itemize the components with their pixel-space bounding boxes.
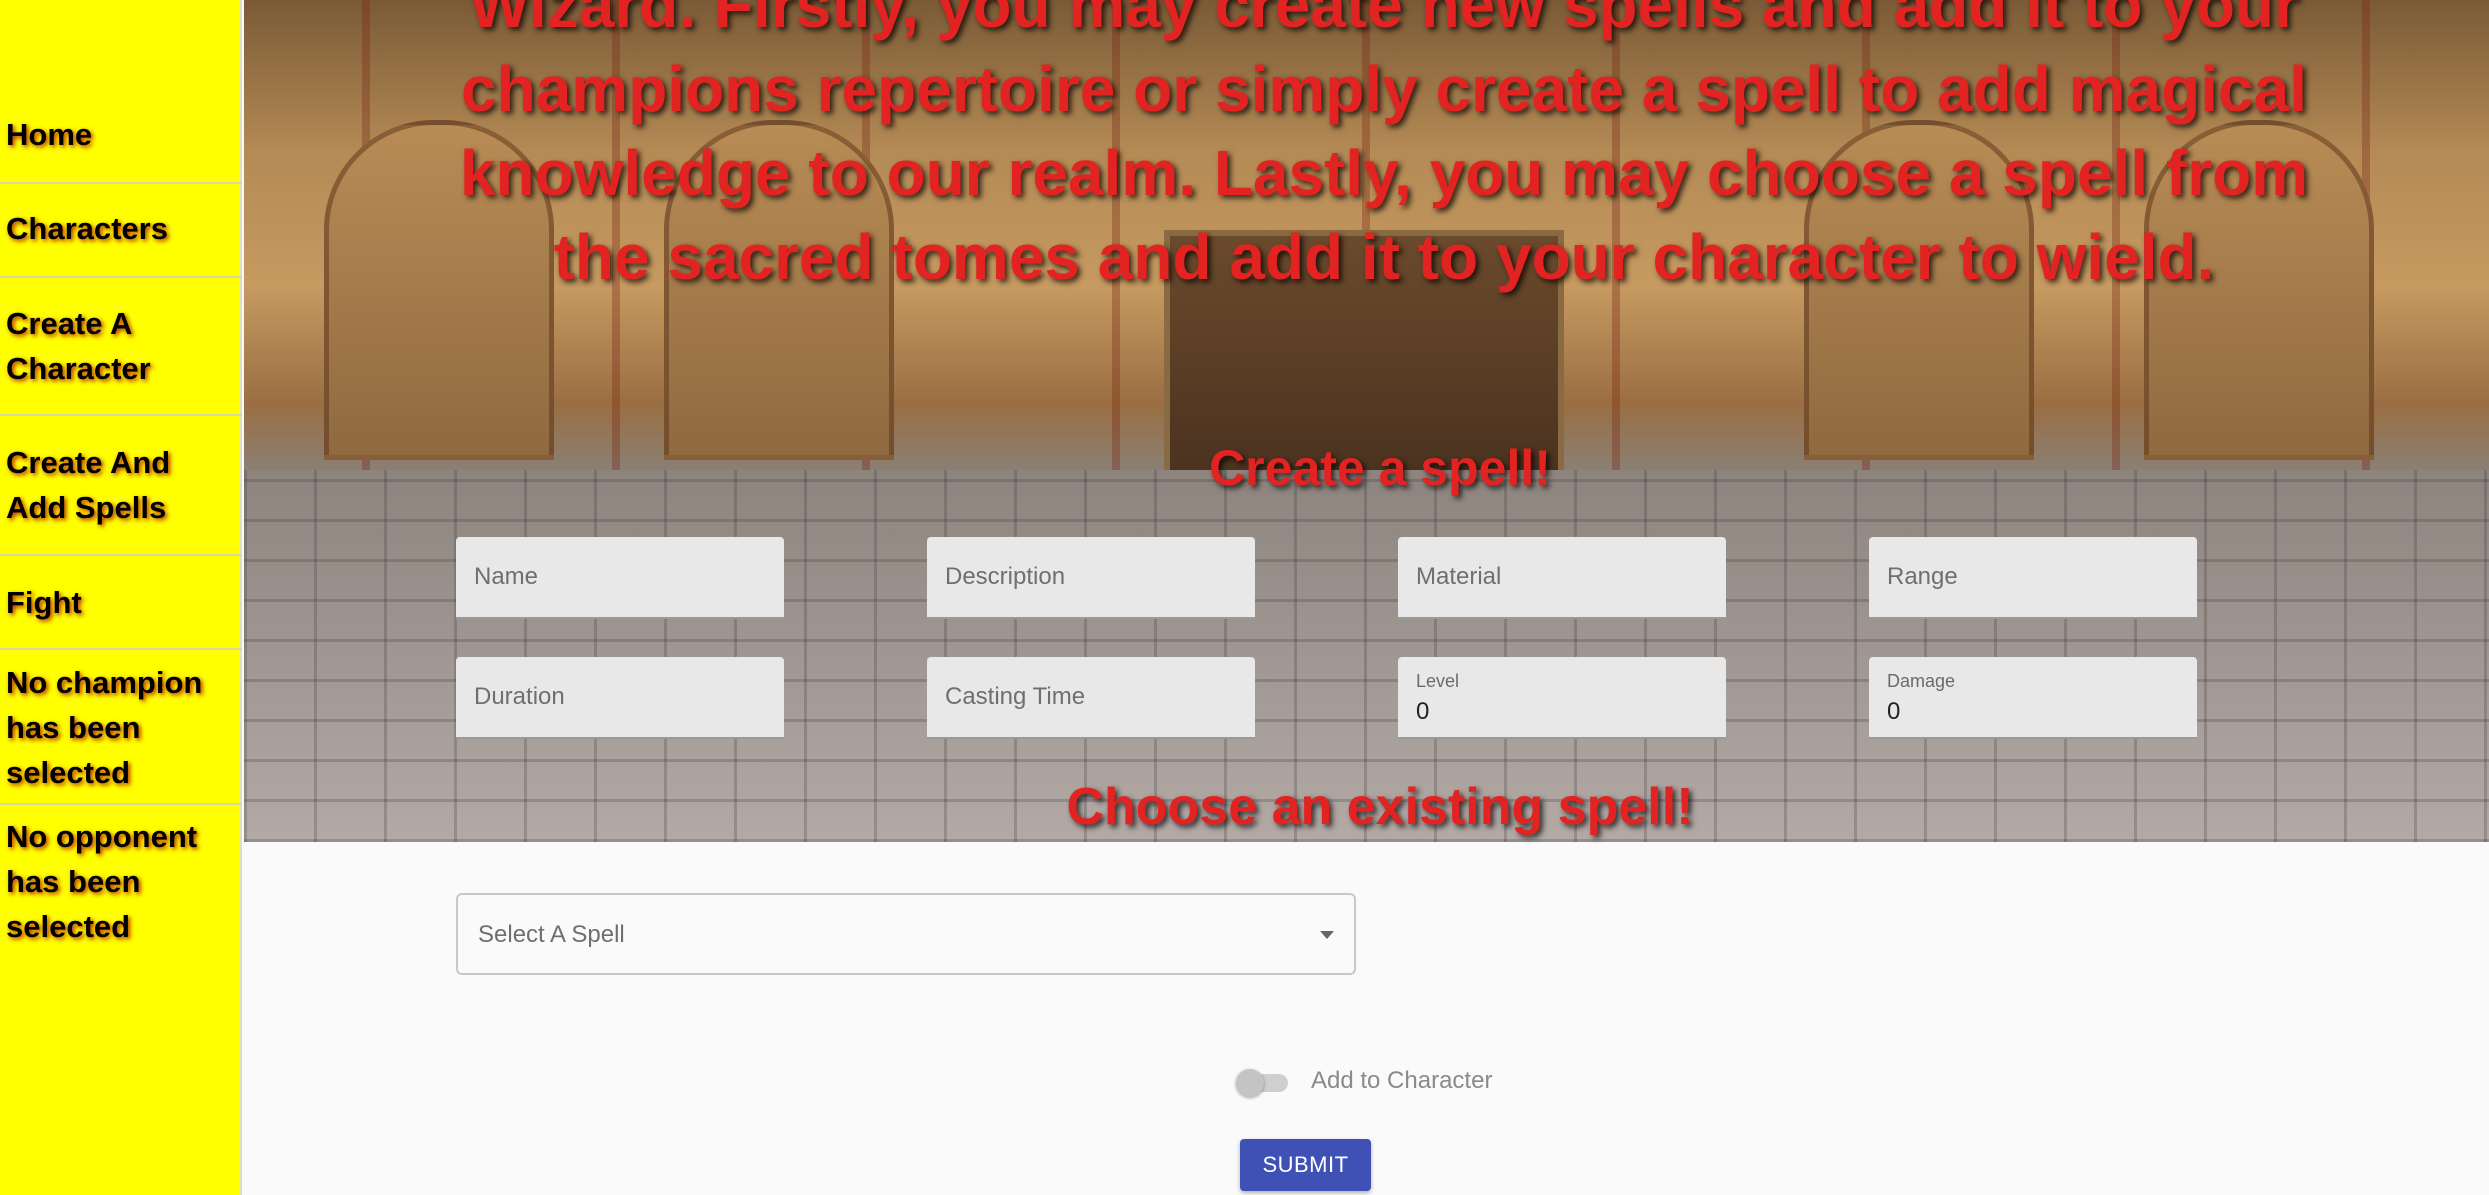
spell-material-field[interactable]: Material: [1398, 537, 1726, 619]
champion-status: No champion has been selected: [6, 665, 203, 790]
sidebar: Home Characters Create A Character Creat…: [0, 0, 242, 1195]
spell-name-placeholder: Name: [474, 563, 539, 590]
add-to-character-label[interactable]: Add to Character: [1311, 1066, 1492, 1096]
nav-home[interactable]: Home: [0, 112, 242, 157]
nav-create-add-spells[interactable]: Create And Add Spells: [0, 440, 242, 530]
spell-range-field[interactable]: Range: [1869, 537, 2197, 619]
nav-divider: [0, 648, 242, 650]
intro-text: Wizard. Firstly, you may create new spel…: [459, 0, 2309, 293]
nav-divider: [0, 803, 242, 805]
spell-level-field[interactable]: Level 0: [1398, 657, 1726, 739]
spell-duration-placeholder: Duration: [474, 683, 565, 710]
nav-divider: [0, 182, 242, 184]
nav-characters[interactable]: Characters: [0, 206, 242, 251]
nav-divider: [0, 554, 242, 556]
spell-range-placeholder: Range: [1887, 563, 1958, 590]
spell-damage-value: 0: [1887, 698, 1901, 725]
nav-create-character[interactable]: Create A Character: [0, 301, 242, 391]
create-spell-heading: Create a spell!: [1209, 440, 1551, 496]
spell-damage-field[interactable]: Damage 0: [1869, 657, 2197, 739]
spell-damage-label: Damage: [1887, 671, 1956, 691]
submit-button[interactable]: SUBMIT: [1240, 1139, 1371, 1191]
spell-level-value: 0: [1416, 698, 1430, 725]
spell-casting-time-field[interactable]: Casting Time: [927, 657, 1255, 739]
opponent-status: No opponent has been selected: [6, 819, 198, 944]
spell-description-placeholder: Description: [945, 563, 1066, 590]
spell-description-field[interactable]: Description: [927, 537, 1255, 619]
spell-select[interactable]: Select A Spell: [456, 893, 1356, 975]
choose-spell-heading: Choose an existing spell!: [1066, 778, 1694, 836]
spell-duration-field[interactable]: Duration: [456, 657, 784, 739]
spell-material-placeholder: Material: [1416, 563, 1502, 590]
spell-select-placeholder: Select A Spell: [478, 921, 625, 948]
spell-level-label: Level: [1416, 671, 1460, 691]
chevron-down-icon: [1320, 931, 1334, 939]
spell-casting-time-placeholder: Casting Time: [945, 683, 1086, 710]
nav-divider: [0, 276, 242, 278]
spell-name-field[interactable]: Name: [456, 537, 784, 619]
add-to-character-switch[interactable]: [1236, 1066, 1294, 1097]
nav-divider: [0, 414, 242, 416]
switch-thumb: [1236, 1069, 1264, 1097]
nav-fight[interactable]: Fight: [0, 580, 242, 625]
